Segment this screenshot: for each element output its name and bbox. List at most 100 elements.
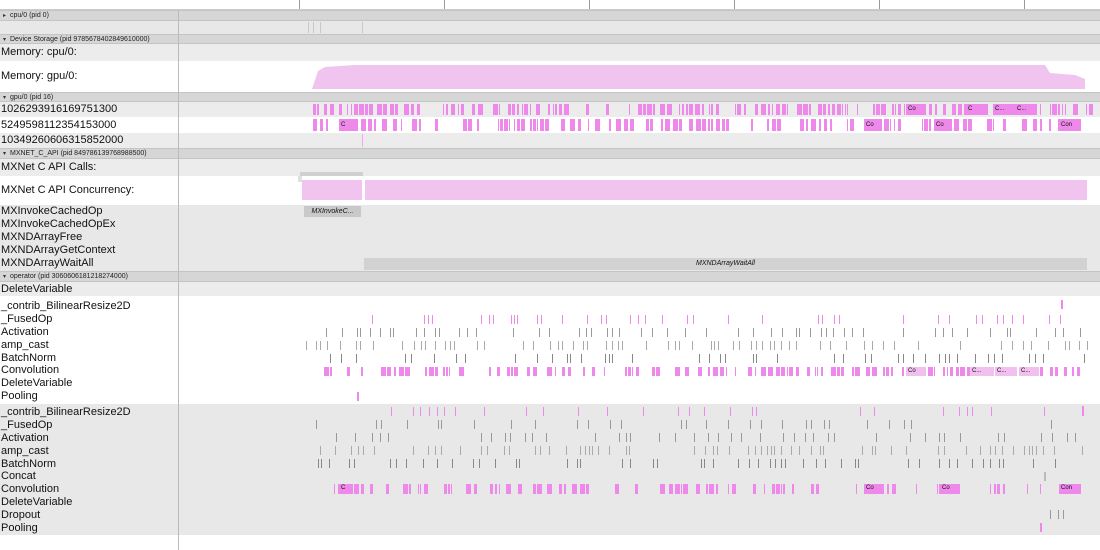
operator-event[interactable] [1036, 327, 1037, 337]
operator-event[interactable] [1082, 406, 1084, 416]
operator-event[interactable] [761, 419, 762, 429]
kernel-event[interactable] [847, 119, 848, 131]
kernel-event[interactable] [1073, 104, 1078, 115]
kernel-event[interactable] [517, 119, 520, 131]
kernel-event[interactable] [943, 104, 946, 115]
kernel-event[interactable] [968, 119, 972, 131]
operator-event[interactable] [1041, 432, 1042, 442]
kernel-event[interactable] [429, 366, 434, 376]
kernel-event[interactable] [412, 119, 417, 131]
collapse-caret-icon[interactable]: ▸ [3, 12, 10, 20]
operator-event[interactable] [843, 353, 844, 363]
operator-event[interactable] [444, 407, 445, 416]
operator-event[interactable] [730, 407, 731, 416]
operator-event[interactable] [1060, 314, 1061, 324]
kernel-event[interactable] [776, 104, 780, 115]
operator-event[interactable] [1007, 327, 1008, 337]
kernel-event[interactable] [963, 119, 967, 131]
operator-event[interactable] [913, 353, 914, 363]
operator-event[interactable] [580, 445, 581, 455]
operator-event[interactable] [833, 327, 834, 337]
operator-event[interactable] [630, 432, 631, 442]
kernel-event[interactable] [689, 119, 693, 131]
operator-event[interactable] [822, 314, 823, 324]
operator-event[interactable] [711, 340, 712, 350]
operator-event[interactable] [370, 327, 371, 337]
operator-event[interactable] [944, 432, 945, 442]
kernel-event[interactable] [361, 484, 364, 495]
kernel-event[interactable] [857, 104, 858, 115]
kernel-event[interactable] [929, 119, 931, 131]
kernel-event[interactable] [559, 484, 562, 495]
operator-event[interactable] [806, 419, 807, 429]
operator-event[interactable] [532, 432, 533, 442]
kernel-event[interactable] [347, 366, 350, 376]
kernel-event[interactable] [789, 366, 793, 376]
operator-event[interactable] [578, 407, 579, 416]
operator-event[interactable] [1063, 510, 1064, 520]
operator-event[interactable] [820, 445, 821, 455]
kernel-event[interactable] [876, 104, 880, 115]
kernel-event[interactable] [821, 366, 823, 376]
kernel-event[interactable] [383, 104, 387, 115]
operator-event[interactable] [852, 327, 853, 337]
kernel-event[interactable] [803, 104, 808, 115]
operator-event[interactable] [476, 327, 477, 337]
kernel-event[interactable] [562, 366, 565, 376]
operator-event[interactable] [641, 327, 642, 337]
operator-event[interactable] [535, 445, 536, 455]
operator-event[interactable] [1002, 353, 1003, 363]
kernel-event[interactable] [313, 104, 316, 115]
kernel-event[interactable] [828, 104, 830, 115]
kernel-event[interactable] [570, 119, 575, 131]
kernel-event[interactable] [499, 104, 500, 115]
kernel-event[interactable] [1027, 484, 1028, 495]
operator-event[interactable] [717, 445, 718, 455]
kernel-event[interactable] [586, 104, 589, 115]
kernel-event[interactable] [673, 119, 678, 131]
kernel-event[interactable] [809, 104, 811, 115]
operator-event-box[interactable]: C [339, 484, 353, 495]
operator-event[interactable] [774, 340, 775, 350]
operator-event[interactable] [452, 458, 453, 468]
operator-event[interactable] [908, 458, 909, 468]
operator-event[interactable] [349, 458, 350, 468]
operator-event[interactable] [834, 432, 835, 442]
kernel-event[interactable] [403, 484, 408, 495]
operator-event[interactable] [607, 327, 608, 337]
kernel-event[interactable] [404, 104, 409, 115]
operator-event[interactable] [570, 353, 571, 363]
kernel-event[interactable] [924, 119, 928, 131]
operator-event[interactable] [562, 340, 563, 350]
kernel-event[interactable] [675, 484, 680, 495]
operator-event[interactable] [320, 445, 321, 455]
operator-event[interactable] [657, 458, 658, 468]
kernel-event[interactable] [646, 119, 649, 131]
kernel-event[interactable] [696, 484, 700, 495]
operator-event[interactable] [749, 458, 750, 468]
kernel-event[interactable] [628, 366, 631, 376]
operator-event[interactable] [799, 327, 800, 337]
kernel-event[interactable] [498, 119, 499, 131]
operator-event[interactable] [1044, 407, 1045, 416]
label-divider[interactable] [178, 10, 179, 550]
kernel-event[interactable] [892, 484, 896, 495]
operator-event[interactable] [771, 327, 772, 337]
operator-event[interactable] [425, 340, 426, 350]
operator-event[interactable] [945, 353, 946, 363]
kernel-event[interactable] [783, 484, 785, 495]
kernel-event[interactable] [892, 104, 894, 115]
operator-event[interactable] [653, 458, 654, 468]
kernel-event[interactable] [586, 484, 589, 495]
kernel-event[interactable] [547, 366, 552, 376]
operator-event[interactable] [420, 407, 421, 416]
operator-event[interactable] [539, 327, 540, 337]
operator-event[interactable] [803, 458, 804, 468]
kernel-event[interactable] [504, 119, 508, 131]
kernel-event[interactable] [744, 104, 746, 115]
operator-event[interactable] [844, 327, 845, 337]
operator-event[interactable] [1002, 445, 1003, 455]
kernel-event[interactable] [511, 366, 513, 376]
kernel-event[interactable] [530, 104, 531, 115]
operator-event[interactable] [622, 458, 623, 468]
